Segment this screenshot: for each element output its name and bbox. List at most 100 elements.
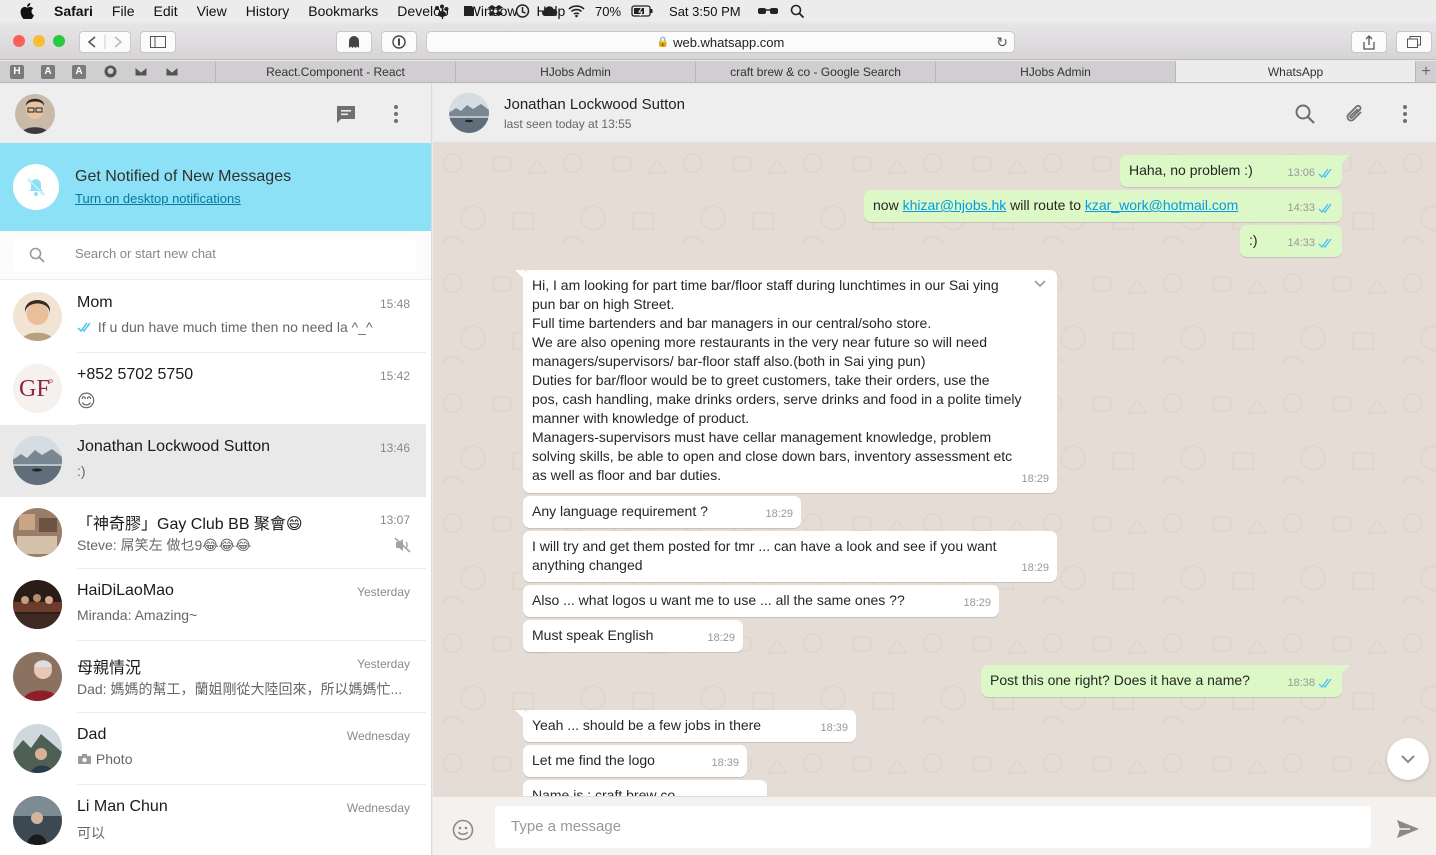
contact-avatar[interactable] (449, 93, 489, 133)
message-outgoing[interactable]: :) 14:33 (1240, 225, 1342, 257)
message-outgoing[interactable]: Post this one right? Does it have a name… (981, 665, 1350, 697)
contact-name: Jonathan Lockwood Sutton (504, 96, 685, 113)
paw-icon[interactable] (433, 4, 450, 18)
onepassword-extension-button[interactable] (381, 31, 417, 53)
search-bar (0, 231, 431, 280)
chat-item-jonathan[interactable]: Jonathan Lockwood Sutton 13:46 :) (0, 425, 426, 497)
apple-logo-icon[interactable] (20, 3, 34, 19)
close-window-button[interactable] (13, 35, 25, 47)
email-link-khizar[interactable]: khizar@hjobs.hk (903, 197, 1007, 213)
attach-paperclip-icon[interactable] (1343, 102, 1367, 126)
message-incoming[interactable]: Also ... what logos u want me to use ...… (523, 585, 999, 617)
pinned-tab-gmail-1[interactable] (134, 65, 148, 79)
chat-item-mom[interactable]: Mom 15:48 If u dun have much time then n… (0, 281, 426, 353)
menu-history[interactable]: History (246, 3, 290, 19)
tab-hjobs-admin-2[interactable]: HJobs Admin (936, 61, 1176, 82)
wifi-icon[interactable] (568, 4, 585, 18)
emoji-icon[interactable] (452, 819, 474, 841)
pinned-tab-github[interactable] (103, 65, 117, 79)
message-incoming[interactable]: Must speak English 18:29 (523, 620, 743, 652)
address-bar[interactable]: 🔒 web.whatsapp.com ↻ (426, 31, 1015, 53)
chat-item-phone-number[interactable]: GF P +852 5702 5750 15:42 😊 (0, 353, 426, 425)
email-link-kzar-work[interactable]: kzar_work@hotmail.com (1085, 197, 1238, 213)
chat-item-mother-status-group[interactable]: 母親情況 Yesterday Dad: 媽媽的幫工，蘭姐剛從大陸回來，所以媽媽忙… (0, 641, 426, 713)
chat-name: Li Man Chun (77, 798, 168, 815)
forward-chevron-icon[interactable] (114, 36, 123, 48)
dropbox-icon[interactable] (487, 4, 504, 18)
chat-time: Wednesday (346, 801, 410, 815)
menu-kebab-icon[interactable] (384, 102, 408, 126)
new-tab-button[interactable]: + (1416, 61, 1436, 82)
avatar (13, 796, 62, 845)
sidebar-icon (150, 36, 166, 48)
menu-edit[interactable]: Edit (153, 3, 177, 19)
chat-time: 13:46 (379, 441, 410, 455)
menu-bookmarks[interactable]: Bookmarks (308, 3, 378, 19)
share-button[interactable] (1351, 31, 1387, 53)
menu-kebab-icon[interactable] (1393, 102, 1417, 126)
message-text: Let me find the logo (532, 752, 655, 768)
message-menu-chevron-icon[interactable] (1033, 279, 1047, 288)
tab-whatsapp[interactable]: WhatsApp (1176, 61, 1416, 82)
message-text-line: Full time bartenders and bar managers in… (532, 315, 932, 331)
tab-react-component[interactable]: React.Component - React (216, 61, 456, 82)
pinned-tab-gmail-2[interactable] (165, 65, 179, 79)
pinned-tab-a2[interactable]: A (72, 64, 86, 79)
spotlight-search-icon[interactable] (789, 4, 806, 18)
message-text-line: pos, cash handling, make drinks orders, … (532, 391, 1022, 407)
sidebar-toggle-button[interactable] (140, 31, 176, 53)
message-incoming[interactable]: Hi, I am looking for part time bar/floor… (515, 270, 1057, 493)
back-chevron-icon[interactable] (87, 36, 96, 48)
enable-notifications-link[interactable]: Turn on desktop notifications (75, 191, 241, 206)
glasses-icon[interactable] (757, 4, 779, 18)
menubar-clock[interactable]: Sat 3:50 PM (669, 4, 741, 19)
sidebar-header (0, 84, 431, 143)
message-time: 18:38 (1287, 677, 1315, 689)
back-forward-buttons (79, 31, 131, 53)
reload-icon[interactable]: ↻ (996, 34, 1008, 51)
chat-preview: Photo (77, 751, 407, 767)
avatar: GF P (13, 364, 62, 413)
message-time: 18:39 (820, 722, 848, 734)
my-profile-avatar[interactable] (15, 94, 55, 134)
new-chat-icon[interactable] (334, 102, 358, 126)
message-incoming[interactable]: Yeah ... should be a few jobs in there 1… (515, 710, 856, 742)
pinned-tab-hjobs[interactable]: H (10, 64, 24, 79)
zoom-window-button[interactable] (53, 35, 65, 47)
tab-google-search[interactable]: craft brew & co - Google Search (696, 61, 936, 82)
search-input[interactable] (75, 246, 395, 261)
ghostery-extension-button[interactable] (336, 31, 372, 53)
scroll-to-bottom-button[interactable] (1387, 738, 1429, 780)
tabs-overview-icon (1407, 36, 1421, 48)
message-incoming[interactable]: I will try and get them posted for tmr .… (523, 531, 1057, 582)
conversation-header[interactable]: Jonathan Lockwood Sutton last seen today… (433, 84, 1436, 143)
chat-item-li-man-chun[interactable]: Li Man Chun Wednesday 可以 (0, 785, 426, 855)
search-icon[interactable] (1293, 102, 1317, 126)
chat-item-gay-club-group[interactable]: 「神奇膠」Gay Club BB 聚會😄 13:07 Steve: 屌笑左 做乜… (0, 497, 426, 569)
mail-icon (134, 66, 148, 77)
message-outgoing[interactable]: now khizar@hjobs.hk will route to kzar_w… (864, 190, 1342, 222)
send-icon[interactable] (1396, 819, 1420, 839)
evernote-icon[interactable] (460, 4, 477, 18)
sync-circle-icon[interactable] (514, 4, 531, 18)
cloud-icon[interactable] (541, 4, 558, 18)
menu-view[interactable]: View (197, 3, 227, 19)
menu-app-safari[interactable]: Safari (54, 3, 93, 19)
chat-item-dad[interactable]: Dad Wednesday Photo (0, 713, 426, 785)
message-incoming[interactable]: Any language requirement ? 18:29 (523, 496, 801, 528)
tab-hjobs-admin-1[interactable]: HJobs Admin (456, 61, 696, 82)
message-text: Haha, no problem :) (1129, 162, 1253, 178)
message-input[interactable] (511, 818, 1351, 835)
message-outgoing[interactable]: Haha, no problem :) 13:06 (1120, 155, 1350, 187)
pinned-tab-a1[interactable]: A (41, 64, 55, 79)
menu-file[interactable]: File (112, 3, 135, 19)
battery-charging-icon[interactable] (631, 4, 653, 18)
double-check-icon (77, 322, 91, 333)
message-incoming[interactable]: Name is : craft brew co (523, 780, 767, 796)
message-incoming[interactable]: Let me find the logo 18:39 (523, 745, 747, 777)
minimize-window-button[interactable] (33, 35, 45, 47)
chat-item-haidilaomao[interactable]: HaiDiLaoMao Yesterday Miranda: Amazing~ (0, 569, 426, 641)
avatar (13, 508, 62, 557)
show-all-tabs-button[interactable] (1396, 31, 1432, 53)
pinned-tabs: H A A (0, 61, 216, 82)
